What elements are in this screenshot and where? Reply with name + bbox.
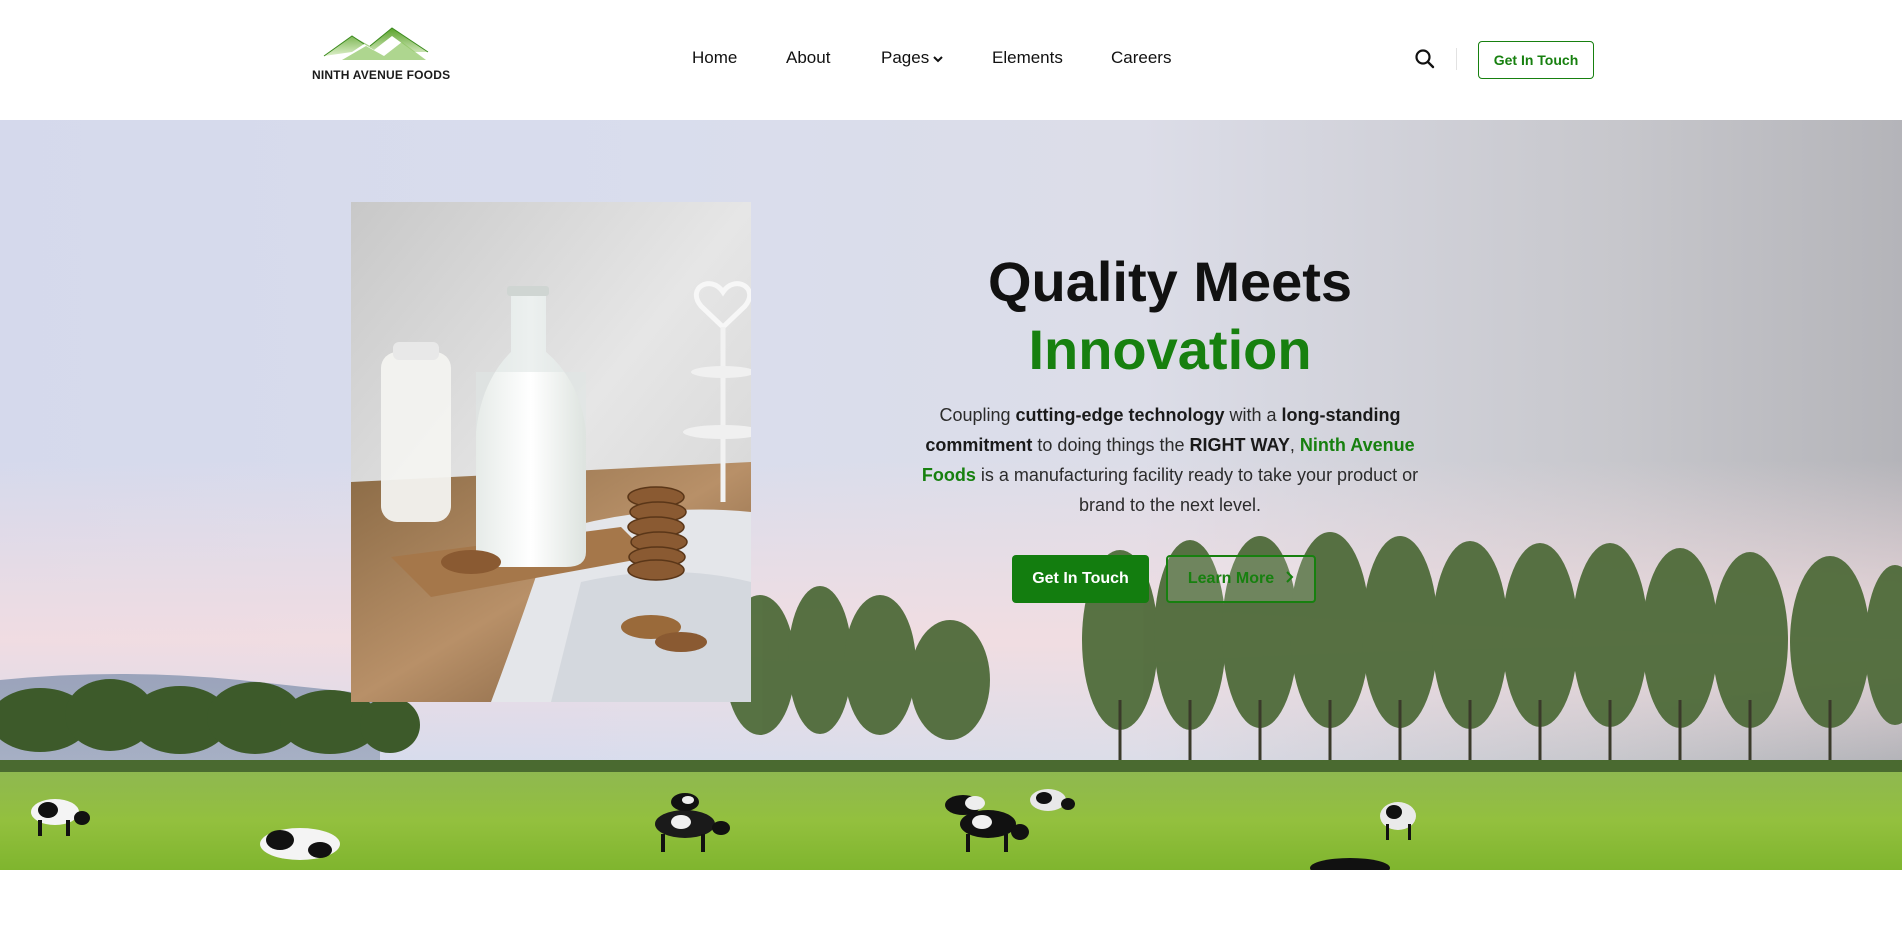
nav-item-about[interactable]: About <box>786 48 830 68</box>
hero-desc-text: Coupling <box>939 405 1016 425</box>
mountains-logo-icon <box>323 27 429 60</box>
hero-desc-bold: RIGHT WAY <box>1189 435 1290 455</box>
hero-section: Quality Meets Innovation Coupling cuttin… <box>0 120 1902 870</box>
nav-item-careers[interactable]: Careers <box>1111 48 1171 68</box>
nav-item-elements[interactable]: Elements <box>992 48 1063 68</box>
nav-item-pages[interactable]: Pages <box>881 48 944 69</box>
site-header: NINTH AVENUE FOODS Home About Pages Elem… <box>0 0 1902 120</box>
hero-desc-text: , <box>1289 435 1300 455</box>
nav-item-home[interactable]: Home <box>692 48 737 68</box>
hero-get-in-touch-button[interactable]: Get In Touch <box>1012 555 1149 603</box>
brand-name: NINTH AVENUE FOODS <box>312 68 451 82</box>
brand-logo[interactable]: NINTH AVENUE FOODS <box>312 26 450 82</box>
hero-desc-text: with a <box>1224 405 1282 425</box>
chevron-down-icon <box>932 49 944 69</box>
search-icon[interactable] <box>1414 48 1436 70</box>
hero-desc-bold: cutting-edge technology <box>1015 405 1225 425</box>
milk-and-cookies-image <box>351 202 751 702</box>
header-get-in-touch-button[interactable]: Get In Touch <box>1478 41 1594 79</box>
nav-item-pages-label: Pages <box>881 48 930 67</box>
hero-learn-more-button[interactable]: Learn More <box>1166 555 1316 603</box>
hero-desc-text: is a manufacturing facility ready to tak… <box>975 465 1419 515</box>
chevron-right-icon <box>1284 570 1294 589</box>
learn-more-label: Learn More <box>1187 570 1275 587</box>
hero-description: Coupling cutting-edge technology with a … <box>900 400 1440 520</box>
header-divider <box>1456 48 1457 70</box>
hero-desc-text: to doing things the <box>1032 435 1190 455</box>
hero-title-line2: Innovation <box>1028 318 1312 381</box>
hero-title-line1: Quality Meets <box>987 250 1353 313</box>
